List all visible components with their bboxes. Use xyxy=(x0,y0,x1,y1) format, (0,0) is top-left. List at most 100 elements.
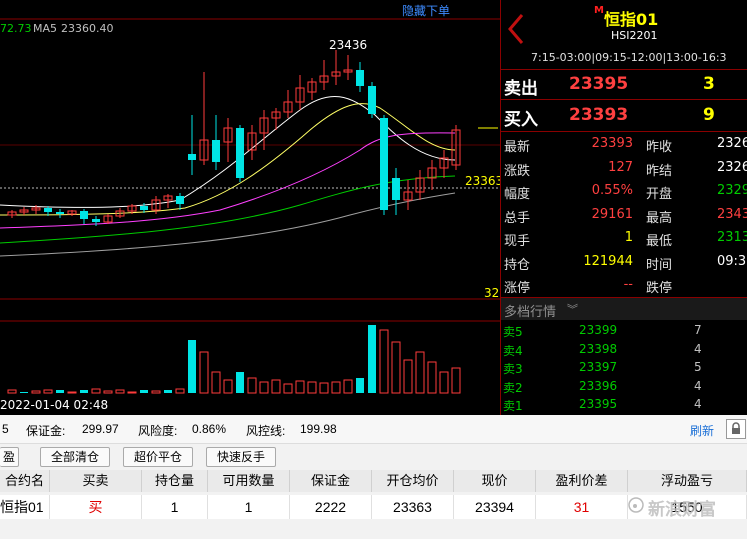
column-header[interactable]: 保证金 xyxy=(290,470,372,492)
table-cell[interactable]: 2222 xyxy=(290,495,372,519)
kline-chart[interactable]: 隐藏下单 72.73 MA5 23360.40 23436 23363 32 2… xyxy=(0,0,500,415)
sell-qty: 3 xyxy=(703,74,715,94)
hide-order-link[interactable]: 隐藏下单 xyxy=(402,2,450,19)
volume-bar xyxy=(415,351,425,394)
candle-body xyxy=(176,196,184,204)
stat-value: 09:37:1 xyxy=(717,253,747,269)
stat-label: 昨收 xyxy=(646,140,673,155)
quick-reverse-button[interactable]: 快速反手 xyxy=(206,447,276,467)
volume-bar xyxy=(295,380,305,394)
volume-bar xyxy=(56,390,64,393)
volume-bar xyxy=(43,389,53,394)
volume-bar xyxy=(379,329,389,394)
depth-row[interactable]: 卖1 23395 4 xyxy=(501,395,747,414)
stat-value: 2343 xyxy=(717,206,747,222)
buy-row[interactable]: 买入 23393 9 xyxy=(501,102,747,130)
candle-body xyxy=(212,140,220,162)
depth-qty: 4 xyxy=(694,397,702,411)
depth-header[interactable]: 多档行情 ︾ xyxy=(501,298,747,320)
volume-bar xyxy=(403,359,413,394)
account-partial: 5 xyxy=(2,422,9,436)
volume-bar xyxy=(223,379,233,394)
depth-row[interactable]: 卖3 23397 5 xyxy=(501,358,747,377)
ma-partial-value: 72.73 xyxy=(0,22,32,35)
watermark: 新浪财富 xyxy=(648,500,716,519)
candle-body xyxy=(80,211,88,219)
column-header[interactable]: 现价 xyxy=(454,470,536,492)
refresh-link[interactable]: 刷新 xyxy=(690,422,714,439)
over-price-close-button[interactable]: 超价平仓 xyxy=(123,447,193,467)
table-cell[interactable]: 23363 xyxy=(372,495,454,519)
depth-row[interactable]: 卖5 23399 7 xyxy=(501,321,747,340)
volume-bar xyxy=(80,390,88,393)
depth-row[interactable]: 卖4 23398 4 xyxy=(501,340,747,359)
stat-row: 涨停 -- 跌停 xyxy=(501,274,747,297)
candle-body xyxy=(236,128,244,178)
volume-bar xyxy=(199,351,209,394)
table-cell[interactable]: 1 xyxy=(208,495,290,519)
stat-value: 121944 xyxy=(583,253,633,269)
weibo-logo-icon xyxy=(627,495,645,513)
column-header[interactable]: 盈利价差 xyxy=(536,470,628,492)
column-header[interactable]: 买卖 xyxy=(50,470,142,492)
tab-partial[interactable]: 盈 xyxy=(0,447,19,467)
kline-canvas xyxy=(0,18,500,394)
stat-label: 昨结 xyxy=(646,163,673,179)
table-cell[interactable]: 买 xyxy=(50,495,142,519)
stat-row: 现手 1 最低 2313 xyxy=(501,227,747,250)
stat-value: 2313 xyxy=(717,230,747,245)
volume-bar xyxy=(91,388,101,394)
depth-label: 卖5 xyxy=(503,325,523,339)
volume-bar xyxy=(164,390,172,393)
stat-label: 幅度 xyxy=(504,187,531,202)
trading-hours: 7:15-03:00|09:15-12:00|13:00-16:3 xyxy=(531,51,727,64)
column-header[interactable]: 浮动盈亏 xyxy=(628,470,747,492)
table-cell[interactable]: 1 xyxy=(142,495,208,519)
risk-line-label: 风控线: xyxy=(246,424,286,438)
contract-name: 恒指01 xyxy=(604,10,659,29)
volume-bar xyxy=(151,390,161,394)
close-all-button[interactable]: 全部清仓 xyxy=(40,447,110,467)
volume-bar xyxy=(391,341,401,394)
stat-label: 持仓 xyxy=(504,257,531,273)
volume-bar xyxy=(67,391,77,394)
stat-row: 涨跌 127 昨结 2326 xyxy=(501,157,747,180)
stat-label: 现手 xyxy=(504,234,531,249)
margin-value: 299.97 xyxy=(82,422,119,436)
account-bar: 5 保证金: 299.97 风险度: 0.86% 风控线: 199.98 刷新 xyxy=(0,415,747,444)
sell-price: 23395 xyxy=(569,74,629,94)
table-cell[interactable]: 31 xyxy=(536,495,628,519)
table-cell[interactable]: 恒指01 xyxy=(0,495,50,519)
quote-panel: M 恒指01 HSI2201 7:15-03:00|09:15-12:00|13… xyxy=(500,0,747,415)
depth-price: 23399 xyxy=(579,323,618,337)
stat-row: 总手 29161 最高 2343 xyxy=(501,204,747,227)
ma5-label: MA5 xyxy=(33,22,58,35)
depth-label: 卖4 xyxy=(503,343,523,358)
buy-label: 买入 xyxy=(504,110,538,130)
margin-label: 保证金: xyxy=(26,424,66,438)
column-header[interactable]: 持仓量 xyxy=(142,470,208,492)
stat-label: 最低 xyxy=(646,234,673,249)
volume-bar xyxy=(319,382,329,394)
column-header[interactable]: 合约名称 xyxy=(0,470,50,510)
back-arrow-icon[interactable] xyxy=(505,12,527,46)
candle-body xyxy=(188,154,196,160)
high-price-label: 23436 xyxy=(329,38,368,52)
volume-bar xyxy=(236,372,244,393)
depth-title: 多档行情 xyxy=(504,305,557,320)
stat-value: 29161 xyxy=(591,206,633,222)
contract-prefix-badge: M xyxy=(594,5,604,16)
sell-label: 卖出 xyxy=(504,79,538,99)
sell-row[interactable]: 卖出 23395 3 xyxy=(501,71,747,99)
volume-bar xyxy=(188,340,196,393)
volume-bar xyxy=(115,389,125,394)
column-header[interactable]: 开仓均价 xyxy=(372,470,454,492)
stat-label: 开盘 xyxy=(646,187,673,202)
table-cell[interactable]: 23394 xyxy=(454,495,536,519)
lock-icon[interactable] xyxy=(726,419,746,439)
depth-row[interactable]: 卖2 23396 4 xyxy=(501,377,747,396)
candle-body xyxy=(44,208,52,212)
depth-price: 23395 xyxy=(579,397,618,411)
column-header[interactable]: 可用数量 xyxy=(208,470,290,492)
depth-price: 23398 xyxy=(579,341,618,356)
